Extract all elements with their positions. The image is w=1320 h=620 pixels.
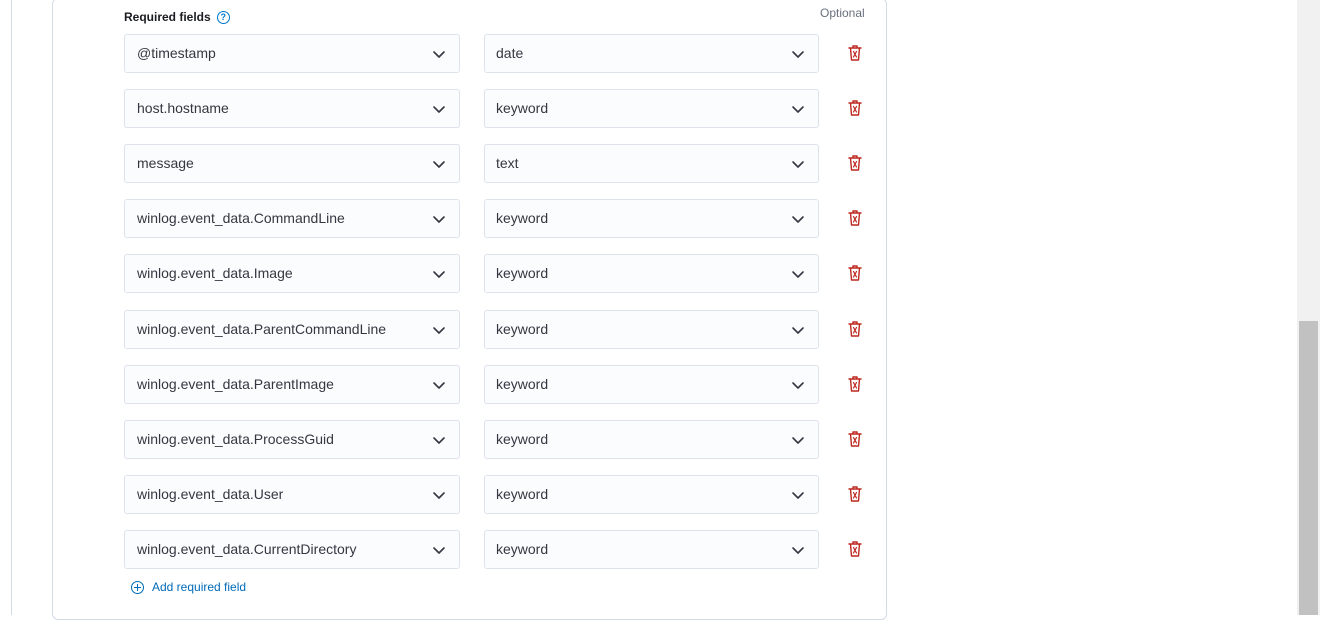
field-name-value: winlog.event_data.Image bbox=[137, 265, 293, 281]
required-field-row: winlog.event_data.CurrentDirectory keywor… bbox=[124, 530, 874, 569]
field-name-value: winlog.event_data.ParentCommandLine bbox=[137, 321, 387, 337]
field-type-select[interactable]: keyword bbox=[484, 420, 819, 459]
trash-icon[interactable] bbox=[846, 43, 864, 63]
field-name-select[interactable]: winlog.event_data.ParentImage bbox=[124, 365, 460, 404]
add-required-field-button[interactable]: Add required field bbox=[131, 579, 246, 595]
field-type-value: keyword bbox=[496, 321, 549, 337]
trash-icon[interactable] bbox=[846, 263, 864, 283]
field-name-select[interactable]: winlog.event_data.Image bbox=[124, 254, 460, 293]
chevron-down-icon[interactable] bbox=[790, 322, 806, 338]
field-type-select[interactable]: text bbox=[484, 144, 819, 183]
chevron-down-icon[interactable] bbox=[431, 432, 447, 448]
plus-in-circle-icon bbox=[131, 580, 144, 594]
trash-icon[interactable] bbox=[846, 319, 864, 339]
field-name-value: winlog.event_data.User bbox=[137, 486, 284, 502]
chevron-down-icon[interactable] bbox=[431, 542, 447, 558]
field-name-select[interactable]: host.hostname bbox=[124, 89, 460, 128]
field-type-value: keyword bbox=[496, 100, 549, 116]
field-name-select[interactable]: winlog.event_data.CommandLine bbox=[124, 199, 460, 238]
field-type-value: keyword bbox=[496, 486, 549, 502]
chevron-down-icon[interactable] bbox=[790, 432, 806, 448]
field-type-select[interactable]: keyword bbox=[484, 89, 819, 128]
field-type-value: keyword bbox=[496, 265, 549, 281]
chevron-down-icon[interactable] bbox=[431, 101, 447, 117]
field-name-value: message bbox=[137, 155, 194, 171]
trash-icon[interactable] bbox=[846, 374, 864, 394]
trash-icon[interactable] bbox=[846, 484, 864, 504]
field-name-select[interactable]: winlog.event_data.CurrentDirectory bbox=[124, 530, 460, 569]
chevron-down-icon[interactable] bbox=[431, 377, 447, 393]
content-border bbox=[11, 0, 12, 615]
trash-icon[interactable] bbox=[846, 539, 864, 559]
chevron-down-icon[interactable] bbox=[790, 377, 806, 393]
chevron-down-icon[interactable] bbox=[790, 46, 806, 62]
chevron-down-icon[interactable] bbox=[790, 211, 806, 227]
field-type-value: text bbox=[496, 155, 519, 171]
field-name-value: winlog.event_data.CurrentDirectory bbox=[137, 541, 357, 557]
required-fields-header: Required fields ? bbox=[124, 10, 230, 24]
chevron-down-icon[interactable] bbox=[790, 542, 806, 558]
required-field-row: @timestamp date bbox=[124, 34, 874, 73]
field-name-value: host.hostname bbox=[137, 100, 229, 116]
add-required-field-label: Add required field bbox=[152, 580, 247, 594]
field-name-select[interactable]: winlog.event_data.ParentCommandLine bbox=[124, 310, 460, 349]
required-field-row: winlog.event_data.Image keyword bbox=[124, 254, 874, 293]
required-field-row: winlog.event_data.ParentImage keyword bbox=[124, 365, 874, 404]
chevron-down-icon[interactable] bbox=[431, 156, 447, 172]
required-field-row: winlog.event_data.ProcessGuid keyword bbox=[124, 420, 874, 459]
chevron-down-icon[interactable] bbox=[790, 266, 806, 282]
field-type-select[interactable]: keyword bbox=[484, 254, 819, 293]
required-field-row: winlog.event_data.User keyword bbox=[124, 475, 874, 514]
field-type-value: keyword bbox=[496, 431, 549, 447]
chevron-down-icon[interactable] bbox=[790, 487, 806, 503]
trash-icon[interactable] bbox=[846, 153, 864, 173]
field-name-value: winlog.event_data.CommandLine bbox=[137, 210, 345, 226]
chevron-down-icon[interactable] bbox=[431, 266, 447, 282]
field-name-select[interactable]: @timestamp bbox=[124, 34, 460, 73]
field-name-select[interactable]: message bbox=[124, 144, 460, 183]
required-field-row: message text bbox=[124, 144, 874, 183]
field-type-select[interactable]: keyword bbox=[484, 310, 819, 349]
chevron-down-icon[interactable] bbox=[790, 101, 806, 117]
field-type-select[interactable]: keyword bbox=[484, 365, 819, 404]
field-type-value: keyword bbox=[496, 210, 549, 226]
field-type-select[interactable]: keyword bbox=[484, 475, 819, 514]
required-field-row: winlog.event_data.ParentCommandLine keywo… bbox=[124, 310, 874, 349]
field-type-select[interactable]: date bbox=[484, 34, 819, 73]
trash-icon[interactable] bbox=[846, 98, 864, 118]
field-type-select[interactable]: keyword bbox=[484, 199, 819, 238]
required-field-row: winlog.event_data.CommandLine keyword bbox=[124, 199, 874, 238]
field-type-value: date bbox=[496, 45, 524, 61]
field-name-select[interactable]: winlog.event_data.ProcessGuid bbox=[124, 420, 460, 459]
field-name-value: winlog.event_data.ProcessGuid bbox=[137, 431, 334, 447]
trash-icon[interactable] bbox=[846, 429, 864, 449]
required-field-row: host.hostname keyword bbox=[124, 89, 874, 128]
trash-icon[interactable] bbox=[846, 208, 864, 228]
chevron-down-icon[interactable] bbox=[431, 322, 447, 338]
page: Required fields ? Optional @timestamp dat… bbox=[0, 0, 1320, 620]
chevron-down-icon[interactable] bbox=[431, 487, 447, 503]
scrollbar-thumb[interactable] bbox=[1299, 321, 1318, 615]
field-name-select[interactable]: winlog.event_data.User bbox=[124, 475, 460, 514]
chevron-down-icon[interactable] bbox=[431, 211, 447, 227]
optional-label: Optional bbox=[820, 6, 865, 20]
field-type-value: keyword bbox=[496, 376, 549, 392]
chevron-down-icon[interactable] bbox=[431, 46, 447, 62]
field-type-select[interactable]: keyword bbox=[484, 530, 819, 569]
field-name-value: winlog.event_data.ParentImage bbox=[137, 376, 334, 392]
required-fields-title: Required fields bbox=[124, 10, 211, 24]
chevron-down-icon[interactable] bbox=[790, 156, 806, 172]
field-type-value: keyword bbox=[496, 541, 549, 557]
field-name-value: @timestamp bbox=[137, 45, 216, 61]
question-circle-icon[interactable]: ? bbox=[216, 10, 230, 24]
